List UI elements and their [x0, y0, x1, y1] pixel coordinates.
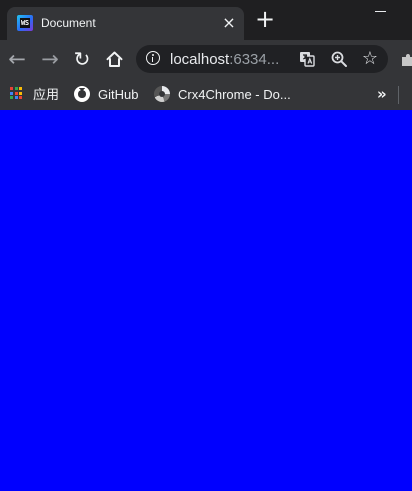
zoom-icon[interactable] — [330, 50, 348, 68]
tab-title: Document — [41, 16, 96, 30]
translate-icon[interactable] — [298, 50, 316, 68]
bookmark-label: Crx4Chrome - Do... — [178, 86, 291, 102]
bookmark-label: GitHub — [98, 86, 139, 102]
url-text[interactable]: localhost:6334... — [170, 51, 279, 68]
tab-strip: WS Document × + — [0, 0, 412, 40]
webstorm-icon: WS — [17, 15, 33, 31]
apps-icon — [10, 87, 24, 101]
address-bar[interactable]: localhost:6334... ☆ — [136, 45, 388, 73]
active-tab[interactable]: WS Document × — [7, 7, 244, 40]
forward-icon[interactable]: → — [39, 48, 61, 70]
bookmarks-bar: 应用 GitHub Crx4Chrome - Do... » — [0, 78, 412, 110]
reload-icon[interactable]: ↻ — [71, 48, 93, 70]
browser-window: WS Document × + ← → ↻ localhost:6334... — [0, 0, 412, 491]
url-host: localhost — [170, 51, 230, 68]
crx4chrome-icon — [154, 86, 170, 102]
bookmark-github[interactable]: GitHub — [74, 84, 138, 104]
github-icon — [74, 86, 90, 102]
bookmark-crx4chrome[interactable]: Crx4Chrome - Do... — [154, 84, 291, 104]
back-icon[interactable]: ← — [6, 48, 28, 70]
minimize-window-icon[interactable] — [375, 11, 386, 12]
more-bookmarks-icon[interactable]: » — [377, 87, 387, 102]
bookmark-apps[interactable]: 应用 — [10, 84, 59, 104]
close-tab-icon[interactable]: × — [221, 15, 237, 31]
bookmarks-divider — [398, 86, 399, 104]
new-tab-icon[interactable]: + — [255, 7, 275, 31]
bookmark-label: 应用 — [33, 86, 60, 102]
info-icon[interactable] — [146, 51, 160, 65]
blue-page-content — [0, 110, 412, 491]
webstorm-icon-text: WS — [21, 19, 29, 27]
bookmark-star-icon[interactable]: ☆ — [361, 50, 379, 68]
home-icon[interactable] — [103, 48, 125, 70]
url-rest: :6334... — [229, 51, 280, 68]
extension-icon[interactable] — [399, 52, 412, 66]
